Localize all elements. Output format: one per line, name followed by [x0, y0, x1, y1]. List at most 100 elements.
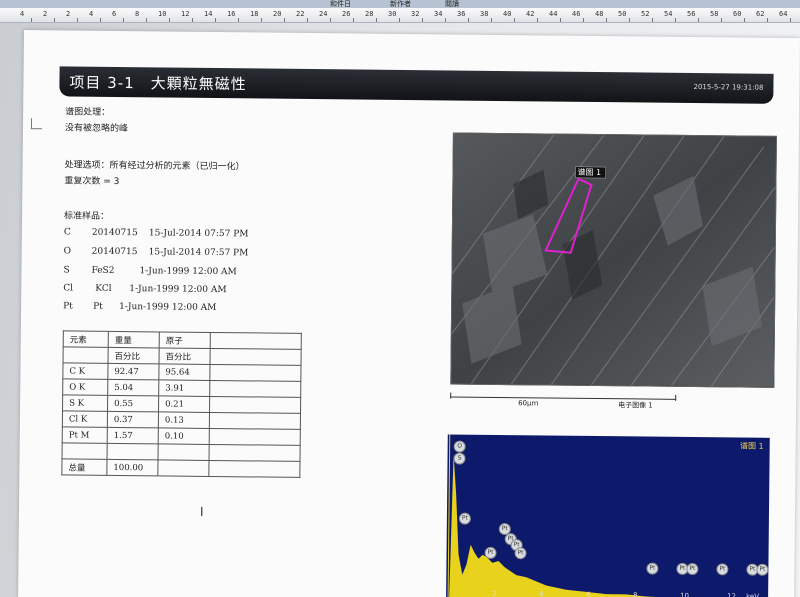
table-cell: 100.00 [106, 459, 159, 476]
ruler-number: 10 [158, 10, 167, 18]
table-header-cell: 重量 [108, 331, 160, 348]
table-header-cell: 百分比 [108, 347, 160, 364]
axis-tick-label: 8 [633, 591, 638, 597]
table-header-cell: 原子 [159, 331, 211, 349]
ruler-number: 14 [204, 10, 213, 18]
peak-badge[interactable]: Pt [514, 547, 527, 560]
table-cell: 5.04 [107, 379, 159, 396]
toolbar-button-1[interactable]: 和件日 [330, 0, 351, 8]
peak-badge[interactable]: Pt [686, 562, 699, 576]
scale-bar-tick-right [675, 394, 677, 401]
table-cell: 92.47 [107, 363, 160, 380]
roi-label: 谱图 1 [577, 167, 602, 178]
ruler-tick [514, 18, 515, 22]
ruler-number: 24 [319, 10, 328, 18]
table-cell: 0.10 [158, 427, 210, 445]
table-cell [208, 460, 300, 478]
ruler-tick [307, 18, 308, 22]
standards-list: C 20140715 15-Jul-2014 07:57 PM O 201407… [24, 30, 800, 313]
ruler-number: 20 [273, 10, 282, 18]
standard-date: 1-Jun-1999 12:00 AM [139, 266, 237, 278]
axis-tick-label: 6 [586, 590, 591, 597]
standard-element: S [63, 265, 70, 276]
ruler-tick [399, 18, 400, 22]
ruler-tick [169, 18, 170, 22]
ruler-number: 46 [572, 10, 581, 18]
table-cell [209, 428, 301, 446]
repeat-count: 重复次数 = 3 [64, 176, 120, 188]
table-cell: C K [62, 362, 109, 380]
ruler-tick [629, 18, 630, 22]
table-cell [158, 443, 210, 461]
ruler-number: 40 [503, 10, 512, 18]
ruler-number: 16 [227, 10, 236, 18]
table-cell [209, 444, 301, 462]
table-cell [107, 443, 159, 460]
ruler-tick [54, 18, 55, 22]
ruler-number: 52 [641, 10, 650, 18]
processing-heading: 谱图处理： [65, 107, 111, 118]
ruler-tick [767, 18, 768, 22]
peak-badge[interactable]: Pt [716, 563, 729, 576]
standard-date: 1-Jun-1999 12:00 AM [129, 284, 227, 296]
axis-tick-label: 4 [539, 590, 544, 597]
document-page: 项目 3-1 大顆粒無磁性 2015-5-27 19:31:08 谱图处理： 没… [18, 30, 800, 597]
table-header-cell [210, 332, 302, 350]
report-header-band: 项目 3-1 大顆粒無磁性 2015-5-27 19:31:08 [59, 66, 774, 104]
ruler-number: 58 [710, 10, 719, 18]
axis-tick-label: 10 [680, 591, 690, 597]
horizontal-ruler[interactable]: 4 2 2 4 6 8 10 12 14 16 18 20 22 24 26 28 30 32 34 36 38 40 42… [0, 8, 800, 23]
axis-tick-label: 2 [492, 589, 497, 597]
table-cell [209, 412, 301, 430]
table-cell: 0.55 [107, 395, 159, 412]
toolbar-button-3[interactable]: 閱讀 [445, 0, 459, 8]
ruler-number: 50 [618, 10, 627, 18]
ruler-number: 2 [66, 10, 71, 18]
table-cell [62, 442, 108, 460]
ruler-number: 36 [457, 10, 466, 18]
peak-badge[interactable]: S [453, 452, 466, 465]
standard-element: Pt [63, 301, 73, 312]
peak-badge[interactable]: Pt [458, 512, 471, 525]
ruler-tick [445, 18, 446, 22]
peak-badge[interactable]: Pt [484, 546, 497, 559]
toolbar-button-2[interactable]: 新作者 [390, 0, 411, 8]
ruler-number: 8 [135, 10, 140, 18]
table-cell [157, 459, 210, 477]
ruler-tick [698, 18, 699, 22]
ruler-tick [77, 18, 78, 22]
table-total-row: 总量 100.00 [61, 458, 300, 478]
eds-spectrum-plot[interactable]: 谱图 1 O S Pt Pt Pt Pt Pt Pt Pt Pt Pt Pt Pt Pt 2 4 6 8 10 12… [446, 434, 770, 597]
table-cell: Cl K [62, 410, 108, 428]
axis-unit-label: keV [746, 592, 760, 597]
axis-tick-label: 12 [727, 592, 737, 597]
report-date: 2015-5-27 19:31:08 [693, 83, 764, 92]
sem-electron-image[interactable]: 谱图 1 [450, 132, 777, 388]
processing-note: 没有被忽略的峰 [64, 123, 129, 135]
table-header-cell: 百分比 [159, 347, 211, 365]
screen: 和件日 新作者 閱讀 4 2 2 4 6 8 10 12 14 16 18 20 22 24 26 28 30 3… [0, 0, 800, 597]
standard-element: O [63, 246, 72, 257]
ruler-tick [583, 18, 584, 22]
ruler-tick [606, 18, 607, 22]
peak-badge[interactable]: Pt [756, 563, 769, 576]
table-header-cell [63, 346, 109, 364]
standard-sample: 20140715 [91, 227, 138, 239]
table-cell [209, 396, 301, 414]
ruler-tick [330, 18, 331, 22]
ruler-number: 6 [112, 10, 117, 18]
ruler-tick [353, 18, 354, 22]
ruler-tick [238, 18, 239, 22]
ruler-tick [652, 18, 653, 22]
peak-badge[interactable]: O [453, 440, 466, 453]
ruler-number: 42 [526, 10, 535, 18]
ruler-tick [192, 18, 193, 22]
ruler-tick [123, 18, 124, 22]
quantification-table: 元素 重量 原子 百分比 百分比 C K 92.47 95.64 O K 5.0… [61, 330, 302, 478]
ruler-tick [376, 18, 377, 22]
sem-texture [451, 133, 776, 387]
standard-sample: KCl [95, 283, 112, 294]
table-cell: 总量 [61, 458, 108, 476]
ruler-number: 30 [388, 10, 397, 18]
peak-badge[interactable]: Pt [646, 562, 659, 575]
